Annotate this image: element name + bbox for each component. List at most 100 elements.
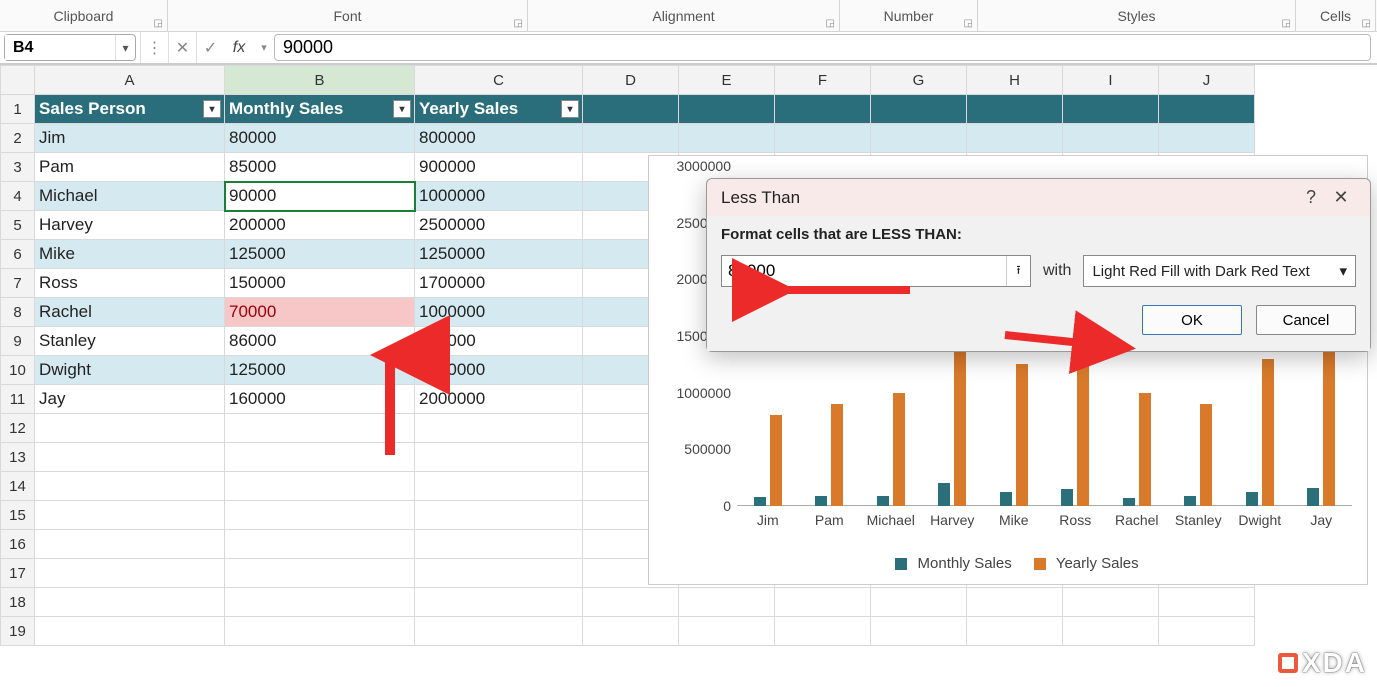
row-header-7[interactable]: 7 bbox=[1, 269, 35, 298]
col-header-J[interactable]: J bbox=[1159, 66, 1255, 95]
cell[interactable] bbox=[679, 95, 775, 124]
bar-monthly[interactable] bbox=[815, 496, 827, 506]
cell-A6[interactable]: Mike bbox=[35, 240, 225, 269]
cell[interactable] bbox=[775, 124, 871, 153]
cell[interactable] bbox=[35, 617, 225, 646]
cell[interactable] bbox=[583, 124, 679, 153]
bar-yearly[interactable] bbox=[1262, 359, 1274, 506]
bar-monthly[interactable] bbox=[1184, 496, 1196, 506]
cell[interactable] bbox=[679, 588, 775, 617]
cell[interactable] bbox=[967, 617, 1063, 646]
cell[interactable] bbox=[967, 588, 1063, 617]
cell-B5[interactable]: 200000 bbox=[225, 211, 415, 240]
fx-dropdown-icon[interactable]: ▾ bbox=[254, 32, 274, 63]
select-all-cell[interactable] bbox=[1, 66, 35, 95]
cell[interactable] bbox=[775, 95, 871, 124]
row-header-9[interactable]: 9 bbox=[1, 327, 35, 356]
cell[interactable] bbox=[415, 530, 583, 559]
cell[interactable] bbox=[1063, 124, 1159, 153]
name-box-dropdown[interactable]: ▾ bbox=[115, 35, 135, 60]
row-header-3[interactable]: 3 bbox=[1, 153, 35, 182]
cell[interactable] bbox=[35, 414, 225, 443]
cell[interactable] bbox=[35, 559, 225, 588]
cell[interactable] bbox=[967, 124, 1063, 153]
cell-C6[interactable]: 1250000 bbox=[415, 240, 583, 269]
row-header-8[interactable]: 8 bbox=[1, 298, 35, 327]
row-header-14[interactable]: 14 bbox=[1, 472, 35, 501]
formula-input[interactable] bbox=[274, 34, 1371, 61]
row-header-1[interactable]: 1 bbox=[1, 95, 35, 124]
cell-B10[interactable]: 125000 bbox=[225, 356, 415, 385]
cell[interactable] bbox=[415, 443, 583, 472]
dialog-titlebar[interactable]: Less Than ? ✕ bbox=[707, 179, 1370, 216]
bar-monthly[interactable] bbox=[1061, 489, 1073, 506]
cell[interactable] bbox=[679, 124, 775, 153]
cell-B3[interactable]: 85000 bbox=[225, 153, 415, 182]
cell[interactable] bbox=[967, 95, 1063, 124]
cell-C4[interactable]: 1000000 bbox=[415, 182, 583, 211]
row-header-13[interactable]: 13 bbox=[1, 443, 35, 472]
cell[interactable] bbox=[871, 124, 967, 153]
cell[interactable] bbox=[35, 530, 225, 559]
cell[interactable] bbox=[225, 501, 415, 530]
cell[interactable] bbox=[415, 559, 583, 588]
cell[interactable] bbox=[225, 414, 415, 443]
cell[interactable] bbox=[1063, 588, 1159, 617]
ribbon-group-styles[interactable]: Styles◲ bbox=[978, 0, 1296, 31]
cell-B2[interactable]: 80000 bbox=[225, 124, 415, 153]
cell[interactable] bbox=[225, 617, 415, 646]
close-icon[interactable]: ✕ bbox=[1326, 187, 1356, 208]
cell[interactable] bbox=[679, 617, 775, 646]
ribbon-group-number[interactable]: Number◲ bbox=[840, 0, 978, 31]
table-header-a[interactable]: Sales Person▾ bbox=[35, 95, 225, 124]
cell-C7[interactable]: 1700000 bbox=[415, 269, 583, 298]
cell[interactable] bbox=[225, 588, 415, 617]
cancel-button[interactable]: Cancel bbox=[1256, 305, 1356, 335]
col-header-F[interactable]: F bbox=[775, 66, 871, 95]
bar-monthly[interactable] bbox=[1246, 492, 1258, 506]
cell[interactable] bbox=[871, 588, 967, 617]
cell-C11[interactable]: 2000000 bbox=[415, 385, 583, 414]
cell[interactable] bbox=[1063, 95, 1159, 124]
row-header-4[interactable]: 4 bbox=[1, 182, 35, 211]
table-header-b[interactable]: Monthly Sales▾ bbox=[225, 95, 415, 124]
bar-yearly[interactable] bbox=[1016, 364, 1028, 506]
col-header-D[interactable]: D bbox=[583, 66, 679, 95]
cell-C10[interactable]: 1300000 bbox=[415, 356, 583, 385]
col-header-H[interactable]: H bbox=[967, 66, 1063, 95]
cell-A2[interactable]: Jim bbox=[35, 124, 225, 153]
cell[interactable] bbox=[225, 443, 415, 472]
col-header-C[interactable]: C bbox=[415, 66, 583, 95]
filter-icon[interactable]: ▾ bbox=[203, 100, 221, 118]
row-header-19[interactable]: 19 bbox=[1, 617, 35, 646]
cell-A10[interactable]: Dwight bbox=[35, 356, 225, 385]
name-box[interactable] bbox=[5, 35, 115, 60]
bar-yearly[interactable] bbox=[893, 393, 905, 506]
row-header-11[interactable]: 11 bbox=[1, 385, 35, 414]
help-button[interactable]: ? bbox=[1296, 187, 1326, 208]
bar-yearly[interactable] bbox=[1200, 404, 1212, 506]
dialog-launcher-icon[interactable]: ◲ bbox=[1282, 18, 1291, 29]
cancel-edit-icon[interactable]: ✕ bbox=[168, 32, 196, 63]
cell-C8[interactable]: 1000000 bbox=[415, 298, 583, 327]
cell[interactable] bbox=[775, 617, 871, 646]
fx-icon[interactable]: fx bbox=[224, 32, 254, 63]
row-header-18[interactable]: 18 bbox=[1, 588, 35, 617]
table-header-c[interactable]: Yearly Sales▾ bbox=[415, 95, 583, 124]
row-header-5[interactable]: 5 bbox=[1, 211, 35, 240]
bar-monthly[interactable] bbox=[754, 497, 766, 506]
cell-B7[interactable]: 150000 bbox=[225, 269, 415, 298]
filter-icon[interactable]: ▾ bbox=[393, 100, 411, 118]
cell[interactable] bbox=[415, 617, 583, 646]
cell[interactable] bbox=[1159, 95, 1255, 124]
cell[interactable] bbox=[35, 443, 225, 472]
cell-A8[interactable]: Rachel bbox=[35, 298, 225, 327]
row-header-10[interactable]: 10 bbox=[1, 356, 35, 385]
ok-button[interactable]: OK bbox=[1142, 305, 1242, 335]
col-header-B[interactable]: B bbox=[225, 66, 415, 95]
cell-A7[interactable]: Ross bbox=[35, 269, 225, 298]
bar-yearly[interactable] bbox=[770, 415, 782, 506]
cell[interactable] bbox=[415, 501, 583, 530]
cell-B4[interactable]: 90000 bbox=[225, 182, 415, 211]
col-header-E[interactable]: E bbox=[679, 66, 775, 95]
